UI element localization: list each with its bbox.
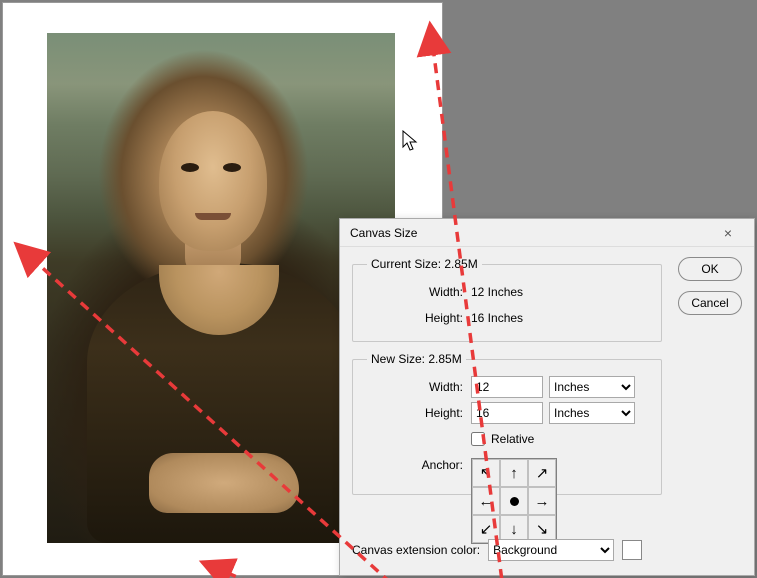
anchor-center[interactable] (500, 487, 528, 515)
dialog-title: Canvas Size (350, 226, 708, 240)
current-height-label: Height: (363, 311, 471, 325)
extension-color-swatch[interactable] (622, 540, 642, 560)
close-button[interactable]: × (708, 222, 748, 244)
arrow-s-icon: ↓ (510, 521, 518, 538)
new-width-input[interactable] (471, 376, 543, 398)
ok-button[interactable]: OK (678, 257, 742, 281)
arrow-se-icon: ↘ (536, 520, 549, 538)
new-height-input[interactable] (471, 402, 543, 424)
arrow-sw-icon: ↙ (480, 520, 493, 538)
current-height-value: 16 Inches (471, 311, 523, 325)
arrow-e-icon: → (535, 493, 550, 510)
anchor-n[interactable]: ↑ (500, 459, 528, 487)
arrow-n-icon: ↑ (510, 465, 518, 482)
relative-checkbox[interactable] (471, 432, 485, 446)
arrow-nw-icon: ↖ (480, 464, 493, 482)
arrow-w-icon: ← (479, 493, 494, 510)
cancel-button[interactable]: Cancel (678, 291, 742, 315)
extension-color-select[interactable]: Background (488, 539, 614, 561)
anchor-grid: ↖ ↑ ↗ ← → ↙ ↓ ↘ (471, 458, 557, 544)
relative-label: Relative (491, 432, 534, 446)
anchor-ne[interactable]: ↗ (528, 459, 556, 487)
anchor-nw[interactable]: ↖ (472, 459, 500, 487)
new-width-label: Width: (363, 380, 471, 394)
new-size-legend: New Size: 2.85M (367, 352, 466, 366)
arrow-ne-icon: ↗ (536, 464, 549, 482)
anchor-w[interactable]: ← (472, 487, 500, 515)
dialog-titlebar[interactable]: Canvas Size × (340, 219, 754, 247)
anchor-label: Anchor: (363, 458, 471, 472)
extension-color-label: Canvas extension color: (352, 543, 480, 557)
canvas-size-dialog: Canvas Size × OK Cancel Current Size: 2.… (339, 218, 755, 576)
current-width-label: Width: (363, 285, 471, 299)
new-height-label: Height: (363, 406, 471, 420)
current-size-legend: Current Size: 2.85M (367, 257, 482, 271)
current-size-group: Current Size: 2.85M Width: 12 Inches Hei… (352, 257, 662, 342)
close-icon: × (724, 225, 732, 241)
new-height-unit-select[interactable]: Inches (549, 402, 635, 424)
anchor-e[interactable]: → (528, 487, 556, 515)
new-size-group: New Size: 2.85M Width: Inches Height: In… (352, 352, 662, 495)
current-width-value: 12 Inches (471, 285, 523, 299)
new-width-unit-select[interactable]: Inches (549, 376, 635, 398)
